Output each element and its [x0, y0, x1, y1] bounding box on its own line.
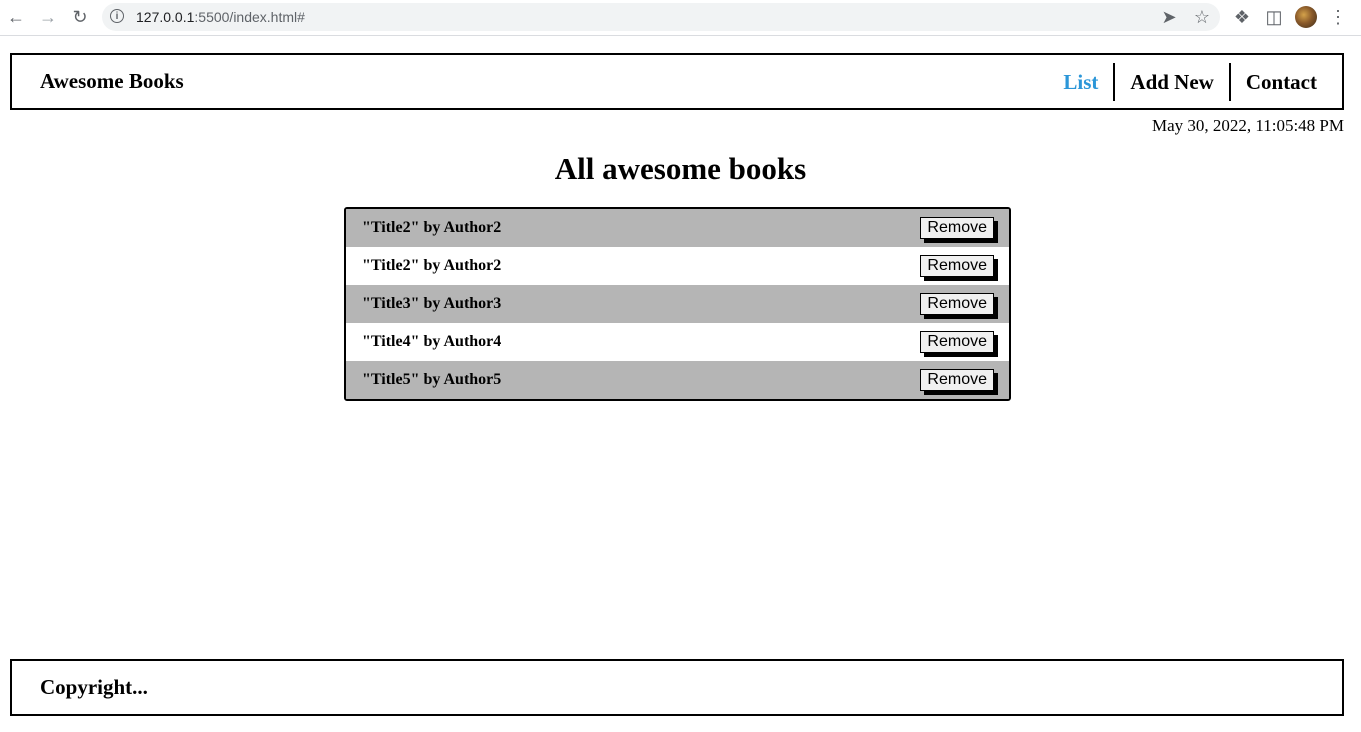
url-host: 127.0.0.1 [136, 9, 195, 25]
book-row: "Title4" by Author4 Remove [346, 323, 1009, 361]
address-url: 127.0.0.1:5500/index.html# [136, 9, 305, 25]
book-entry-text: "Title3" by Author3 [362, 295, 502, 312]
url-path: :5500/index.html# [194, 9, 305, 25]
send-icon[interactable]: ➤ [1158, 6, 1180, 28]
current-datetime: May 30, 2022, 11:05:48 PM [1151, 116, 1344, 135]
remove-book-button[interactable]: Remove [920, 331, 994, 353]
book-row: "Title5" by Author5 Remove [346, 361, 1009, 399]
address-bar[interactable]: i 127.0.0.1:5500/index.html# ➤ ☆ [102, 3, 1220, 31]
remove-book-button[interactable]: Remove [920, 369, 994, 391]
book-entry-text: "Title4" by Author4 [362, 333, 502, 350]
browser-toolbar: ← → ↻ i 127.0.0.1:5500/index.html# ➤ ☆ ❖… [0, 0, 1361, 36]
copyright-text: Copyright... [40, 675, 148, 699]
site-header: Awesome Books List Add New Contact [10, 53, 1344, 110]
book-list: "Title2" by Author2 Remove "Title2" by A… [344, 207, 1011, 401]
bookmark-star-icon[interactable]: ☆ [1191, 6, 1213, 28]
book-entry-text: "Title2" by Author2 [362, 219, 502, 236]
reload-icon[interactable]: ↻ [69, 6, 91, 28]
profile-avatar[interactable] [1295, 6, 1317, 28]
book-entry-text: "Title5" by Author5 [362, 371, 502, 388]
back-arrow-icon[interactable]: ← [5, 6, 27, 28]
remove-book-button[interactable]: Remove [920, 293, 994, 315]
main-nav: List Add New Contact [1048, 62, 1332, 101]
nav-contact-link[interactable]: Contact [1228, 62, 1332, 101]
page-title: All awesome books [554, 151, 807, 186]
site-info-icon[interactable]: i [110, 9, 124, 23]
nav-add-new-link[interactable]: Add New [1113, 62, 1228, 101]
book-row: "Title2" by Author2 Remove [346, 209, 1009, 247]
site-footer: Copyright... [10, 659, 1344, 716]
book-row: "Title2" by Author2 Remove [346, 247, 1009, 285]
book-entry-text: "Title2" by Author2 [362, 257, 502, 274]
book-row: "Title3" by Author3 Remove [346, 285, 1009, 323]
brand-title: Awesome Books [40, 69, 184, 93]
nav-list-link[interactable]: List [1048, 63, 1113, 101]
remove-book-button[interactable]: Remove [920, 217, 994, 239]
forward-arrow-icon[interactable]: → [37, 6, 59, 28]
extensions-puzzle-icon[interactable]: ❖ [1231, 6, 1253, 28]
menu-kebab-icon[interactable]: ⋮ [1327, 6, 1349, 28]
remove-book-button[interactable]: Remove [920, 255, 994, 277]
side-panel-icon[interactable]: ◫ [1263, 6, 1285, 28]
